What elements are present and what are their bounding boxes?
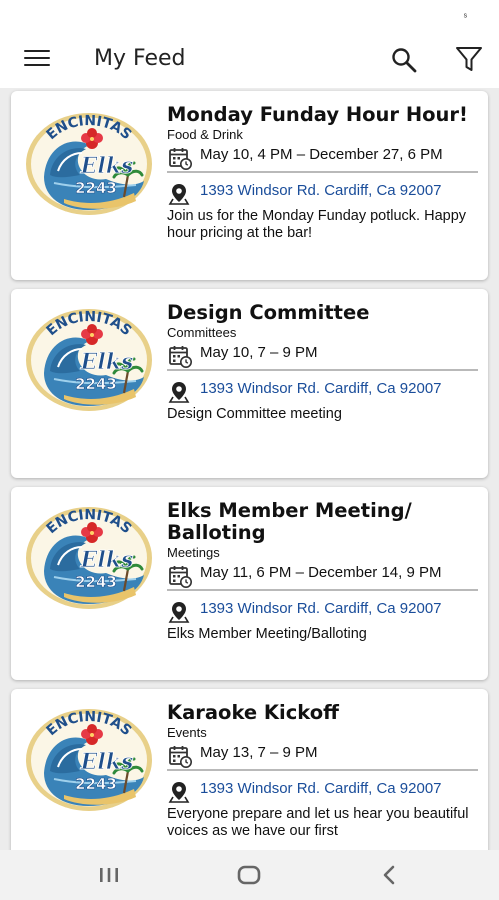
encinitas-elks-logo	[24, 307, 154, 413]
location-pin-icon	[167, 380, 191, 404]
location-pin-icon	[167, 182, 191, 206]
calendar-clock-icon	[167, 744, 193, 768]
event-time: May 10, 7 – 9 PM	[167, 344, 478, 361]
encinitas-elks-logo	[24, 111, 154, 217]
event-location[interactable]: 1393 Windsor Rd. Cardiff, Ca 92007	[167, 182, 478, 199]
event-description: Design Committee meeting	[167, 405, 342, 422]
event-description: Join us for the Monday Funday potluck. H…	[167, 207, 467, 241]
status-bar: ˢ	[0, 0, 499, 30]
search-icon[interactable]	[390, 46, 418, 74]
filter-icon[interactable]	[454, 44, 484, 74]
calendar-clock-icon	[167, 344, 193, 368]
event-description: Everyone prepare and let us hear you bea…	[167, 805, 469, 839]
event-location-text[interactable]: 1393 Windsor Rd. Cardiff, Ca 92007	[200, 380, 442, 397]
back-icon[interactable]	[374, 862, 404, 888]
event-time-text: May 13, 7 – 9 PM	[200, 744, 318, 761]
event-title: Elks Member Meeting/ Balloting	[167, 499, 412, 544]
event-category: Food & Drink	[167, 127, 243, 142]
event-card[interactable]: Elks Member Meeting/ Balloting Meetings …	[11, 487, 488, 680]
event-title: Karaoke Kickoff	[167, 701, 339, 724]
event-category: Committees	[167, 325, 237, 340]
event-time: May 11, 6 PM – December 14, 9 PM	[167, 564, 478, 581]
event-time: May 13, 7 – 9 PM	[167, 744, 478, 761]
event-category: Events	[167, 725, 207, 740]
location-pin-icon	[167, 600, 191, 624]
event-time: May 10, 4 PM – December 27, 6 PM	[167, 146, 478, 163]
home-icon[interactable]	[234, 862, 264, 888]
event-time-text: May 10, 7 – 9 PM	[200, 344, 318, 361]
event-location[interactable]: 1393 Windsor Rd. Cardiff, Ca 92007	[167, 780, 478, 797]
hamburger-menu-icon[interactable]	[24, 50, 50, 68]
event-location-text[interactable]: 1393 Windsor Rd. Cardiff, Ca 92007	[200, 182, 442, 199]
status-indicator: ˢ	[463, 12, 467, 23]
event-feed[interactable]: Monday Funday Hour Hour! Food & Drink Ma…	[0, 88, 499, 850]
event-title: Design Committee	[167, 301, 370, 324]
event-description: Elks Member Meeting/Balloting	[167, 625, 367, 642]
divider	[167, 171, 478, 173]
location-pin-icon	[167, 780, 191, 804]
app-bar: My Feed	[0, 30, 499, 88]
event-time-text: May 10, 4 PM – December 27, 6 PM	[200, 146, 443, 163]
event-card[interactable]: Karaoke Kickoff Events May 13, 7 – 9 PM …	[11, 689, 488, 850]
event-time-text: May 11, 6 PM – December 14, 9 PM	[200, 564, 442, 581]
page-title: My Feed	[94, 46, 186, 71]
encinitas-elks-logo	[24, 707, 154, 813]
recent-apps-icon[interactable]	[94, 862, 124, 888]
calendar-clock-icon	[167, 564, 193, 588]
event-location-text[interactable]: 1393 Windsor Rd. Cardiff, Ca 92007	[200, 780, 442, 797]
encinitas-elks-logo	[24, 505, 154, 611]
calendar-clock-icon	[167, 146, 193, 170]
event-card[interactable]: Design Committee Committees May 10, 7 – …	[11, 289, 488, 478]
event-title: Monday Funday Hour Hour!	[167, 103, 468, 126]
system-nav-bar	[0, 850, 499, 900]
event-card[interactable]: Monday Funday Hour Hour! Food & Drink Ma…	[11, 91, 488, 280]
event-location[interactable]: 1393 Windsor Rd. Cardiff, Ca 92007	[167, 380, 478, 397]
event-category: Meetings	[167, 545, 220, 560]
divider	[167, 589, 478, 591]
event-location[interactable]: 1393 Windsor Rd. Cardiff, Ca 92007	[167, 600, 478, 617]
divider	[167, 369, 478, 371]
divider	[167, 769, 478, 771]
event-location-text[interactable]: 1393 Windsor Rd. Cardiff, Ca 92007	[200, 600, 442, 617]
